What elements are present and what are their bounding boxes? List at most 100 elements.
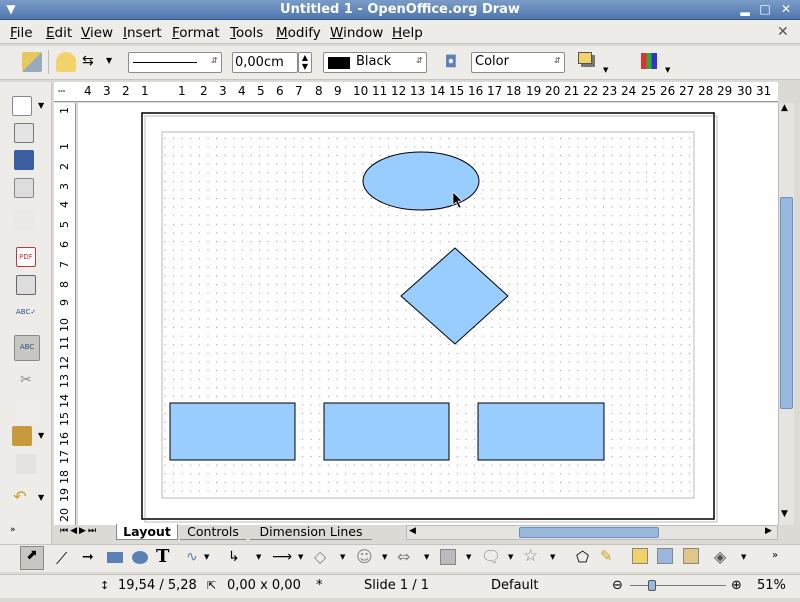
tab-dimension-lines[interactable]: Dimension Lines [250,524,372,540]
dropdown-icon[interactable]: ▼ [38,431,44,440]
basic-shapes-icon[interactable]: ◇ [314,547,326,566]
menu-insert[interactable]: Insert [123,24,162,42]
rectangle-tool-icon[interactable] [107,552,123,563]
spellcheck-icon[interactable]: ABC✓ [16,308,36,328]
block-arrows-icon[interactable]: ⇔ [397,547,410,566]
vertical-scrollbar[interactable]: ▲ ▼ [778,103,794,525]
new-document-icon[interactable] [12,96,32,116]
dropdown-icon[interactable]: ▼ [665,66,670,74]
arrow-tool-icon[interactable]: ➞ [82,549,94,565]
menu-modify[interactable]: Modify [276,24,321,42]
shadow-icon[interactable] [578,52,592,64]
points-icon[interactable]: ⬠ [576,548,589,566]
open-icon[interactable] [14,123,34,143]
lines-arrows-icon[interactable]: ⟶ [272,549,292,565]
area-fill-icon[interactable]: ◘ [441,52,461,72]
close-document-icon[interactable]: ✕ [777,24,789,40]
minimize-icon[interactable]: ▂ [737,2,753,18]
ellipse-tool-icon[interactable] [132,551,148,564]
from-file-icon[interactable] [657,548,673,564]
rectangle-shape-2[interactable] [323,402,450,461]
zoom-slider-handle[interactable] [648,580,656,591]
tab-layout[interactable]: Layout [116,524,178,540]
tab-controls[interactable]: Controls [180,524,246,540]
save-icon[interactable] [14,150,34,170]
dropdown-icon[interactable]: ▼ [382,553,387,561]
curve-tool-icon[interactable]: ∿ [186,549,198,565]
vertical-ruler[interactable]: 1 1 2 3 4 5 6 7 8 9 10 11 12 13 14 15 16 17 18 19 20 [54,103,76,525]
dropdown-icon[interactable]: ▼ [204,553,209,561]
glue-points-icon[interactable]: ✎ [600,547,613,565]
zoom-out-icon[interactable]: ⊖ [612,577,623,595]
flowchart-icon[interactable] [440,549,456,565]
line-width-input[interactable]: 0,00cm [232,52,298,73]
tab-nav-icons[interactable]: ⏮◀▶⏭ [60,526,98,536]
dropdown-icon[interactable]: ▼ [508,553,513,561]
undo-icon[interactable]: ↶ [10,487,30,507]
rectangle-shape-1[interactable] [169,402,296,461]
dropdown-icon[interactable]: ▼ [466,553,471,561]
dropdown-icon[interactable]: ▼ [603,66,608,74]
line-tool-icon[interactable]: ⟋ [56,549,67,569]
connector-tool-icon[interactable]: ↳ [228,549,240,565]
scroll-right-icon[interactable]: ▶ [765,526,772,536]
drawing-canvas[interactable] [78,103,778,525]
autospellcheck-icon[interactable]: ABC [14,335,40,361]
symbol-shapes-icon[interactable]: ☺ [356,547,373,566]
edit-file-icon[interactable] [14,210,34,230]
menu-tools[interactable]: Tools [230,24,263,42]
maximize-icon[interactable]: □ [757,2,773,18]
dropdown-icon[interactable]: ▼ [424,553,429,561]
horizontal-ruler[interactable]: ┄ 4 3 2 1 1 2 3 4 5 6 7 8 9 10 11 12 13 14 15 16 17 18 19 20 21 2… [54,82,778,102]
line-width-spinner[interactable]: ▲ ▼ [298,52,312,73]
copy-icon[interactable] [16,400,36,420]
menu-file[interactable]: File [10,24,33,42]
zoom-in-icon[interactable]: ⊕ [731,577,742,595]
dropdown-icon[interactable]: ▼ [256,553,261,561]
toolbar-overflow-icon[interactable]: » [772,550,778,561]
scrollbar-thumb[interactable] [780,197,793,409]
print-icon[interactable] [16,275,36,295]
menu-edit[interactable]: Edit [46,24,72,42]
scroll-left-icon[interactable]: ◀ [409,526,416,536]
toolbar-overflow-icon[interactable]: » [10,525,16,535]
cut-icon[interactable]: ✂ [16,372,36,392]
fontwork-icon[interactable] [632,548,648,564]
line-style-select[interactable]: ⇵ [128,52,222,73]
styles-icon[interactable] [22,52,42,72]
export-pdf-icon[interactable]: PDF [16,247,36,267]
email-icon[interactable] [14,178,34,198]
menu-format[interactable]: Format [172,24,220,42]
area-style-select[interactable]: Color ⇵ [471,52,565,73]
line-color-select[interactable]: Black ⇵ [323,52,427,73]
format-paintbrush-icon[interactable] [16,454,36,474]
dropdown-icon[interactable]: ▼ [38,101,44,110]
dropdown-icon[interactable]: ▼ [741,553,746,561]
modified-indicator[interactable]: * [316,577,323,595]
zoom-slider-track[interactable] [630,585,726,586]
horizontal-scrollbar[interactable]: ◀ ▶ [406,525,778,540]
select-tool-icon[interactable]: ⬈ [20,546,44,570]
scrollbar-thumb[interactable] [519,527,659,538]
close-icon[interactable]: ✕ [778,2,794,18]
stars-icon[interactable]: ☆ [523,546,538,566]
menu-view[interactable]: View [81,24,113,42]
line-icon[interactable] [56,52,76,72]
extrusion-icon[interactable]: ◈ [714,547,726,566]
scroll-up-icon[interactable]: ▲ [781,103,788,113]
dropdown-icon[interactable]: ▼ [340,553,345,561]
menu-window[interactable]: Window [330,24,383,42]
paste-icon[interactable] [12,426,32,446]
dropdown-icon[interactable]: ▼ [38,493,44,502]
callouts-icon[interactable]: 🗨 [481,547,501,566]
menu-help[interactable]: Help [392,24,423,42]
gallery-icon[interactable] [683,548,699,564]
dropdown-icon[interactable]: ▼ [106,56,112,65]
arrow-style-icon[interactable]: ⇆ [82,53,94,69]
dropdown-icon[interactable]: ▼ [550,553,555,561]
zoom-level[interactable]: 51% [757,577,786,595]
text-tool-icon[interactable]: T [156,546,169,567]
color-bar-icon[interactable] [641,53,657,69]
rectangle-shape-3[interactable] [477,402,605,461]
scroll-down-icon[interactable]: ▼ [781,509,788,519]
